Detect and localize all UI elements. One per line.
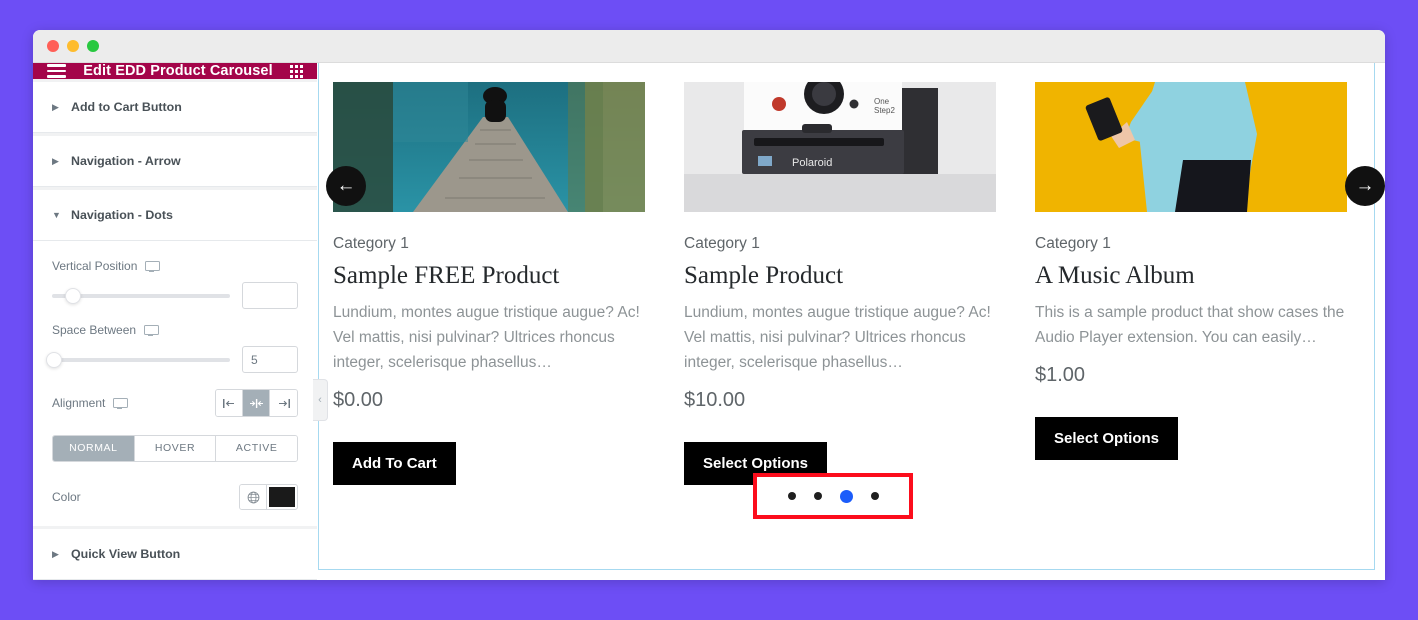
align-right-icon [279, 398, 290, 408]
slider-handle[interactable] [45, 351, 62, 368]
chevron-left-icon: ‹ [318, 394, 322, 406]
svg-text:Step2: Step2 [874, 106, 895, 115]
carousel-dot[interactable] [870, 492, 879, 500]
product-title[interactable]: Sample Product [684, 262, 996, 290]
window-titlebar [33, 30, 1385, 63]
screen: Edit EDD Product Carousel ▶ Add to Cart … [0, 0, 1418, 620]
tab-hover[interactable]: HOVER [134, 436, 217, 462]
chevron-down-icon: ▼ [52, 209, 61, 220]
add-to-cart-button[interactable]: Add To Cart [333, 442, 456, 486]
space-between-control: 5 [45, 346, 298, 374]
product-category: Category 1 [333, 235, 409, 252]
product-category: Category 1 [1035, 235, 1111, 252]
product-category: Category 1 [684, 235, 760, 252]
alignment-label-row: Alignment [52, 396, 129, 411]
vertical-position-control [52, 282, 298, 310]
window-body: Edit EDD Product Carousel ▶ Add to Cart … [33, 63, 1385, 580]
align-left-icon [222, 398, 234, 408]
tab-normal[interactable]: NORMAL [53, 436, 135, 462]
tab-active[interactable]: ACTIVE [216, 436, 297, 462]
vertical-position-input[interactable] [242, 282, 298, 310]
svg-text:One: One [874, 97, 890, 106]
color-swatch[interactable] [269, 487, 295, 508]
carousel-preview: Category 1 Sample FREE Product Lundium, … [317, 63, 1385, 580]
color-control: Color [52, 484, 298, 511]
panel-header: Edit EDD Product Carousel [33, 63, 317, 80]
section-label: Quick View Button [71, 547, 181, 562]
product-description: Lundium, montes augue tristique augue? A… [333, 304, 640, 372]
select-options-button[interactable]: Select Options [1035, 417, 1179, 461]
chevron-right-icon: ▶ [52, 155, 59, 166]
desktop-icon[interactable] [144, 324, 160, 336]
hamburger-icon[interactable] [47, 64, 66, 79]
carousel-next-arrow[interactable]: → [1345, 166, 1385, 206]
product-image-polaroid-camera[interactable]: One Step2 Polaroid [684, 82, 996, 212]
vertical-position-slider[interactable] [52, 287, 230, 304]
grid-icon[interactable] [289, 64, 303, 78]
browser-window: Edit EDD Product Carousel ▶ Add to Cart … [33, 30, 1385, 580]
section-add-to-cart-button[interactable]: ▶ Add to Cart Button [33, 82, 317, 134]
align-right-button[interactable] [270, 390, 297, 417]
state-tabs: NORMAL HOVER ACTIVE [52, 435, 298, 463]
section-label: Add to Cart Button [71, 100, 182, 115]
section-label: Navigation - Dots [71, 208, 173, 223]
product-title[interactable]: A Music Album [1035, 262, 1347, 290]
section-quick-view-button[interactable]: ▶ Quick View Button [33, 529, 317, 580]
carousel-dot[interactable] [813, 492, 822, 500]
product-price: $0.00 [333, 389, 384, 412]
alignment-control: Alignment [52, 389, 298, 418]
maximize-window-button[interactable] [87, 40, 99, 52]
svg-text:Polaroid: Polaroid [792, 157, 832, 169]
arrow-right-icon: → [1355, 175, 1375, 196]
product-card[interactable]: Category 1 A Music Album This is a sampl… [1035, 82, 1347, 485]
color-picker [239, 484, 298, 511]
panel-title: Edit EDD Product Carousel [83, 63, 273, 80]
product-image-person-with-phone[interactable] [1035, 82, 1347, 212]
minimize-window-button[interactable] [67, 40, 79, 52]
product-description: Lundium, montes augue tristique augue? A… [684, 304, 991, 372]
panel-collapse-handle[interactable]: ‹ [313, 379, 328, 421]
section-navigation-arrow[interactable]: ▶ Navigation - Arrow [33, 136, 317, 188]
product-carousel-track: Category 1 Sample FREE Product Lundium, … [319, 82, 1374, 486]
product-price: $10.00 [684, 389, 746, 412]
globe-icon[interactable] [240, 485, 267, 510]
carousel-dot[interactable] [787, 492, 796, 500]
align-center-icon [249, 398, 263, 408]
space-between-label: Space Between [52, 323, 137, 338]
arrow-left-icon: ← [336, 175, 356, 196]
carousel-widget-frame: Category 1 Sample FREE Product Lundium, … [318, 63, 1385, 570]
space-between-input[interactable]: 5 [242, 346, 298, 374]
product-card[interactable]: Category 1 Sample FREE Product Lundium, … [333, 82, 645, 486]
desktop-icon[interactable] [113, 397, 129, 409]
chevron-right-icon: ▶ [52, 548, 59, 559]
alignment-label: Alignment [52, 396, 106, 411]
align-left-button[interactable] [216, 390, 243, 417]
space-between-label-row: Space Between [52, 323, 298, 337]
desktop-icon[interactable] [145, 260, 161, 272]
carousel-dot-active[interactable] [839, 489, 853, 503]
section-label: Navigation - Arrow [71, 154, 181, 169]
section-navigation-dots[interactable]: ▼ Navigation - Dots [33, 190, 317, 242]
carousel-prev-arrow[interactable]: ← [326, 166, 366, 206]
vertical-position-label: Vertical Position [52, 259, 138, 274]
space-between-slider[interactable] [45, 351, 230, 368]
product-card[interactable]: One Step2 Polaroid Category 1 Sample Pro… [684, 82, 996, 486]
product-description: This is a sample product that show cases… [1035, 304, 1345, 347]
product-price: $1.00 [1035, 364, 1086, 387]
vertical-position-label-row: Vertical Position [52, 259, 298, 273]
product-title[interactable]: Sample FREE Product [333, 262, 645, 290]
close-window-button[interactable] [47, 40, 59, 52]
align-center-button[interactable] [243, 390, 270, 417]
alignment-button-group [215, 389, 298, 418]
elementor-panel: Edit EDD Product Carousel ▶ Add to Cart … [33, 63, 328, 580]
slider-handle[interactable] [65, 287, 82, 304]
carousel-dots-highlight [753, 473, 913, 519]
product-image-dock-lake[interactable] [333, 82, 645, 212]
navigation-dots-controls: Vertical Position Space Between 5 Alignm… [33, 241, 317, 527]
chevron-right-icon: ▶ [52, 101, 59, 112]
color-label: Color [52, 490, 81, 505]
